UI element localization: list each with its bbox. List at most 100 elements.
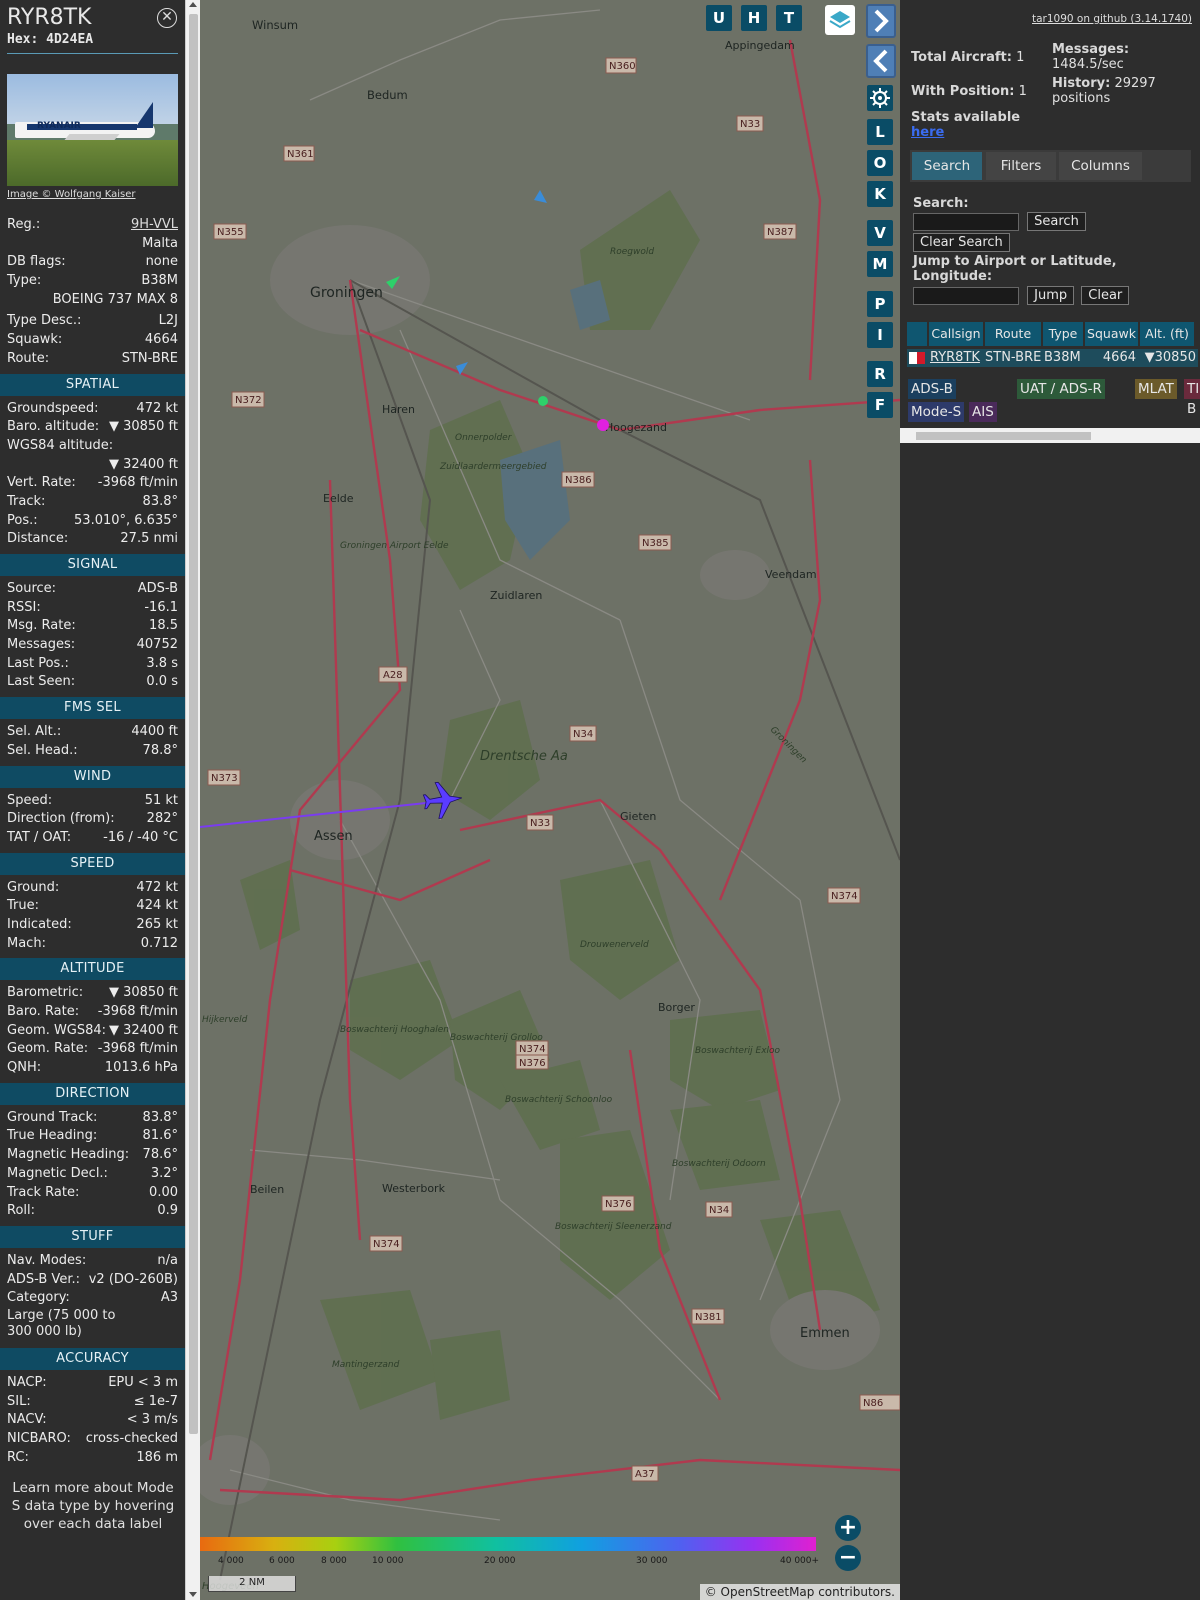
search-input[interactable] bbox=[913, 212, 1019, 231]
direction-label[interactable]: Magnetic Heading: bbox=[7, 1146, 129, 1165]
spatial-label[interactable]: WGS84 altitude: bbox=[7, 437, 113, 456]
jump-input[interactable] bbox=[913, 286, 1019, 305]
sidebar-tabs: Search Filters Columns bbox=[910, 150, 1191, 182]
altitude-label[interactable]: Barometric: bbox=[7, 984, 83, 1003]
signal-label[interactable]: Msg. Rate: bbox=[7, 617, 76, 636]
altitude-label[interactable]: Geom. Rate: bbox=[7, 1040, 88, 1059]
row-callsign[interactable]: RYR8TK bbox=[930, 349, 980, 367]
close-icon[interactable]: ✕ bbox=[157, 8, 177, 28]
aircraft-photo[interactable]: RYANAIR bbox=[7, 74, 178, 186]
speed-label[interactable]: Ground: bbox=[7, 879, 59, 898]
direction-label[interactable]: Roll: bbox=[7, 1202, 35, 1221]
signal-label[interactable]: RSSI: bbox=[7, 599, 41, 618]
direction-label[interactable]: Magnetic Decl.: bbox=[7, 1165, 108, 1184]
speed-label[interactable]: Indicated: bbox=[7, 916, 72, 935]
row-type: B38M bbox=[1044, 350, 1081, 365]
accuracy-label[interactable]: RC: bbox=[7, 1449, 29, 1468]
side-button-f[interactable]: F bbox=[867, 392, 893, 418]
stuff-label[interactable]: Category: bbox=[7, 1289, 70, 1308]
fms-label[interactable]: Sel. Head.: bbox=[7, 742, 78, 761]
clear-search-button[interactable]: Clear Search bbox=[913, 233, 1010, 252]
stuff-label[interactable]: Nav. Modes: bbox=[7, 1252, 86, 1271]
toolbar-u-button[interactable]: U bbox=[706, 5, 732, 31]
side-button-p[interactable]: P bbox=[867, 291, 893, 317]
side-button-i[interactable]: I bbox=[867, 322, 893, 348]
info-panel-scrollbar[interactable] bbox=[185, 0, 200, 1600]
accuracy-label[interactable]: SIL: bbox=[7, 1393, 31, 1412]
altitude-value: -3968 ft/min bbox=[97, 1041, 178, 1057]
search-button[interactable]: Search bbox=[1027, 212, 1086, 231]
accuracy-label[interactable]: NACV: bbox=[7, 1411, 47, 1430]
spatial-label[interactable]: Baro. altitude: bbox=[7, 418, 99, 437]
source-ais-badge: AIS bbox=[969, 402, 997, 422]
map-attribution[interactable]: © OpenStreetMap contributors. bbox=[699, 1584, 900, 1600]
side-button-v[interactable]: V bbox=[867, 220, 893, 246]
column-squawk[interactable]: Squawk bbox=[1085, 322, 1138, 346]
column-route[interactable]: Route bbox=[985, 322, 1041, 346]
stuff-label[interactable]: ADS-B Ver.: bbox=[7, 1271, 80, 1290]
direction-label[interactable]: Track Rate: bbox=[7, 1184, 79, 1203]
clear-button[interactable]: Clear bbox=[1081, 286, 1130, 305]
speed-label[interactable]: Mach: bbox=[7, 935, 46, 954]
zoom-out-icon[interactable]: − bbox=[835, 1545, 861, 1571]
direction-label[interactable]: True Heading: bbox=[7, 1127, 97, 1146]
place-label: Roegwold bbox=[610, 247, 654, 257]
stats-link[interactable]: here bbox=[911, 125, 944, 140]
wind-label[interactable]: Speed: bbox=[7, 792, 52, 811]
spatial-label[interactable]: Vert. Rate: bbox=[7, 474, 76, 493]
zoom-in-icon[interactable]: + bbox=[835, 1515, 861, 1541]
place-label: Emmen bbox=[800, 1326, 850, 1341]
signal-label[interactable]: Messages: bbox=[7, 636, 75, 655]
spatial-label[interactable]: Distance: bbox=[7, 530, 68, 549]
column-callsign[interactable]: Callsign bbox=[929, 322, 983, 346]
collapse-sidebar-icon[interactable] bbox=[866, 44, 896, 78]
spatial-label[interactable]: Groundspeed: bbox=[7, 400, 98, 419]
signal-label[interactable]: Last Pos.: bbox=[7, 655, 69, 674]
side-button-o[interactable]: O bbox=[867, 150, 893, 176]
fms-label[interactable]: Sel. Alt.: bbox=[7, 723, 61, 742]
layers-icon[interactable] bbox=[825, 5, 855, 35]
photo-credit[interactable]: Image © Wolfgang Kaiser bbox=[0, 186, 185, 200]
altitude-label[interactable]: QNH: bbox=[7, 1059, 41, 1078]
altitude-label[interactable]: Baro. Rate: bbox=[7, 1003, 79, 1022]
toolbar-h-button[interactable]: H bbox=[741, 5, 767, 31]
signal-label[interactable]: Source: bbox=[7, 580, 56, 599]
expand-sidebar-icon[interactable] bbox=[866, 4, 896, 38]
svg-text:N34: N34 bbox=[709, 1205, 729, 1216]
column-altitude[interactable]: Alt. (ft) bbox=[1140, 322, 1194, 346]
spatial-label[interactable]: Pos.: bbox=[7, 512, 38, 531]
tab-search[interactable]: Search bbox=[912, 152, 982, 180]
accuracy-label[interactable]: NICBARO: bbox=[7, 1430, 71, 1449]
wind-value: 51 kt bbox=[144, 792, 178, 808]
jump-button[interactable]: Jump bbox=[1027, 286, 1075, 305]
spatial-row: Distance: 27.5 nmi bbox=[7, 530, 178, 549]
column-type[interactable]: Type bbox=[1043, 322, 1083, 346]
svg-text:A28: A28 bbox=[383, 670, 403, 681]
side-button-r[interactable]: R bbox=[867, 361, 893, 387]
accuracy-row: NACP: EPU < 3 m bbox=[7, 1374, 178, 1393]
speed-label[interactable]: True: bbox=[7, 897, 39, 916]
direction-label[interactable]: Ground Track: bbox=[7, 1109, 97, 1128]
spatial-label[interactable]: Track: bbox=[7, 493, 45, 512]
column-flag[interactable] bbox=[907, 322, 927, 346]
side-button-m[interactable]: M bbox=[867, 251, 893, 277]
speed-value: 265 kt bbox=[136, 916, 178, 932]
github-link[interactable]: tar1090 on github (3.14.1740) bbox=[1032, 13, 1192, 25]
base-map[interactable]: Winsum Appingedam Bedum Groningen Haren … bbox=[200, 0, 900, 1600]
tab-columns[interactable]: Columns bbox=[1059, 152, 1142, 180]
accuracy-label[interactable]: NACP: bbox=[7, 1374, 47, 1393]
section-speed: SPEED bbox=[0, 852, 185, 875]
signal-label[interactable]: Last Seen: bbox=[7, 673, 75, 692]
map-view[interactable]: Winsum Appingedam Bedum Groningen Haren … bbox=[200, 0, 900, 1600]
table-horizontal-scrollbar[interactable] bbox=[900, 428, 1200, 443]
side-button-k[interactable]: K bbox=[867, 181, 893, 207]
altitude-label[interactable]: Geom. WGS84: bbox=[7, 1022, 106, 1041]
wind-label[interactable]: Direction (from): bbox=[7, 810, 115, 829]
aircraft-marker-icon bbox=[538, 396, 548, 406]
registration-link[interactable]: 9H-VVL bbox=[131, 217, 178, 232]
settings-gear-icon[interactable] bbox=[867, 85, 893, 111]
side-button-l[interactable]: L bbox=[867, 119, 893, 145]
tab-filters[interactable]: Filters bbox=[986, 152, 1056, 180]
wind-label[interactable]: TAT / OAT: bbox=[7, 829, 71, 848]
toolbar-t-button[interactable]: T bbox=[776, 5, 802, 31]
